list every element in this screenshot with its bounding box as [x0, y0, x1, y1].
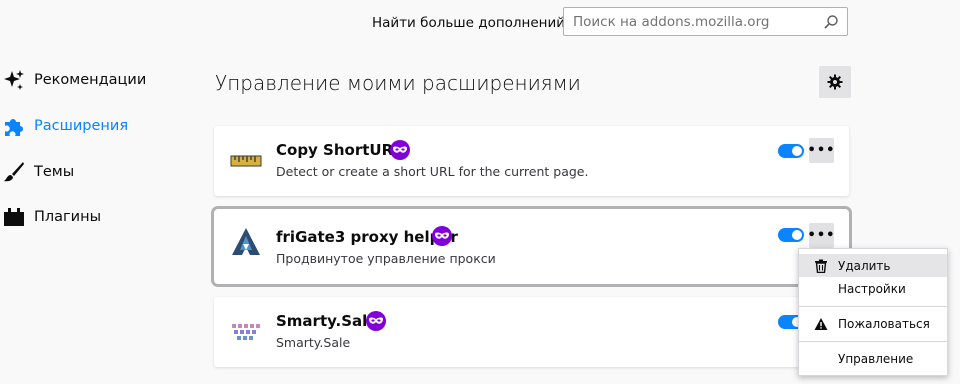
extension-description: Detect or create a short URL for the cur… — [276, 164, 589, 179]
puzzle-icon — [5, 119, 23, 136]
menu-item-label: Пожаловаться — [838, 316, 930, 331]
menu-item-label: Управление — [838, 351, 914, 366]
find-more-label: Найти больше дополнений — [372, 15, 566, 31]
more-options-button[interactable]: ••• — [807, 138, 836, 163]
extension-card[interactable]: Smarty.Sale Smarty.Sale — [214, 297, 849, 367]
menu-item-manage[interactable]: Управление — [799, 347, 947, 370]
enable-toggle[interactable] — [778, 144, 804, 158]
extension-description: Smarty.Sale — [276, 335, 351, 350]
warning-icon — [814, 317, 828, 330]
private-browsing-badge — [432, 226, 452, 246]
extension-card[interactable]: friGate3 proxy helper Продвинутое управл… — [214, 209, 849, 284]
search-input[interactable] — [564, 8, 823, 35]
gear-icon — [827, 74, 843, 90]
smarty-sale-logo-icon — [232, 324, 260, 340]
extension-name[interactable]: Copy ShortURL — [276, 141, 403, 159]
menu-item-label: Настройки — [838, 281, 906, 296]
sidebar-item-extensions[interactable]: Расширения — [0, 106, 200, 146]
menu-separator — [799, 341, 947, 342]
trash-icon — [815, 259, 827, 273]
mask-icon — [369, 317, 383, 324]
menu-item-remove[interactable]: Удалить — [799, 254, 947, 277]
sidebar-item-plugins[interactable]: Плагины — [0, 197, 200, 237]
menu-item-preferences[interactable]: Настройки — [799, 277, 947, 300]
extension-name[interactable]: Smarty.Sale — [276, 312, 377, 330]
sidebar-item-themes[interactable]: Темы — [0, 152, 200, 192]
amo-search-box[interactable] — [563, 7, 848, 36]
sidebar-item-recommendations[interactable]: Рекомендации — [0, 60, 200, 100]
menu-item-report[interactable]: Пожаловаться — [799, 312, 947, 335]
mask-icon — [393, 146, 407, 153]
mask-icon — [435, 232, 449, 239]
brush-icon — [4, 162, 24, 182]
extension-context-menu: Удалить Настройки Пожаловаться Управлени… — [798, 248, 948, 376]
sidebar-item-label: Темы — [34, 164, 75, 180]
tools-button[interactable] — [819, 66, 851, 98]
page-title: Управление моими расширениями — [215, 71, 581, 95]
search-icon[interactable] — [823, 14, 839, 30]
menu-item-label: Удалить — [838, 258, 891, 273]
frigate-logo-icon — [232, 228, 260, 255]
extension-card[interactable]: Copy ShortURL Detect or create a short U… — [214, 126, 849, 196]
ellipsis-icon: ••• — [807, 228, 836, 243]
ellipsis-icon: ••• — [807, 143, 836, 158]
private-browsing-badge — [366, 311, 386, 331]
more-options-button[interactable]: ••• — [807, 223, 836, 248]
ruler-icon — [230, 155, 262, 167]
extension-description: Продвинутое управление прокси — [276, 251, 496, 266]
sidebar-item-label: Расширения — [34, 118, 129, 134]
sidebar-item-label: Рекомендации — [34, 72, 147, 88]
extension-name[interactable]: friGate3 proxy helper — [276, 228, 458, 246]
private-browsing-badge — [390, 140, 410, 160]
enable-toggle[interactable] — [778, 228, 804, 242]
sparkle-icon — [4, 70, 24, 90]
plugin-block-icon — [4, 208, 24, 226]
sidebar-item-label: Плагины — [34, 209, 102, 225]
menu-separator — [799, 306, 947, 307]
